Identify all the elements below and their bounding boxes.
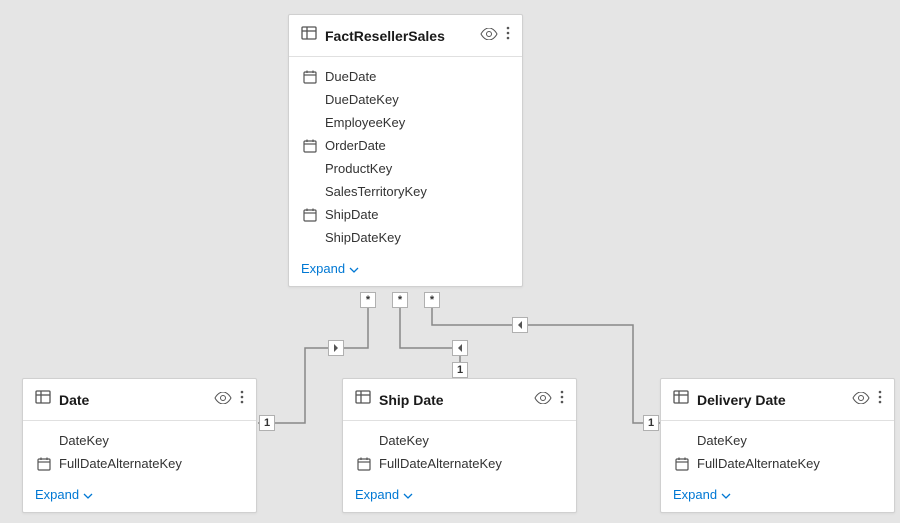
table-title: FactResellerSales bbox=[325, 28, 480, 44]
visibility-icon[interactable] bbox=[480, 27, 498, 45]
field-row[interactable]: ShipDateKey bbox=[301, 226, 510, 249]
table-card-factresellersales[interactable]: FactResellerSales DueDate DueDateKey Emplo… bbox=[288, 14, 523, 287]
field-label: DueDateKey bbox=[325, 92, 399, 107]
expand-button[interactable]: Expand bbox=[23, 479, 256, 512]
field-row[interactable]: DateKey bbox=[35, 429, 244, 452]
filter-direction-arrow-1 bbox=[328, 340, 344, 356]
calendar-icon bbox=[301, 208, 319, 222]
cardinality-many-3: * bbox=[424, 292, 440, 308]
field-row[interactable]: DateKey bbox=[673, 429, 882, 452]
calendar-icon bbox=[301, 70, 319, 84]
table-icon bbox=[673, 389, 689, 410]
field-list: DueDate DueDateKey EmployeeKey OrderDate Pro… bbox=[289, 57, 522, 253]
field-row[interactable]: ProductKey bbox=[301, 157, 510, 180]
field-row[interactable]: DueDateKey bbox=[301, 88, 510, 111]
cardinality-many-1: * bbox=[360, 292, 376, 308]
calendar-icon bbox=[35, 457, 53, 471]
field-label: ProductKey bbox=[325, 161, 392, 176]
field-list: DateKey FullDateAlternateKey bbox=[23, 421, 256, 479]
more-options-icon[interactable] bbox=[240, 390, 244, 409]
chevron-down-icon bbox=[403, 487, 413, 502]
visibility-icon[interactable] bbox=[534, 391, 552, 409]
field-row[interactable]: FullDateAlternateKey bbox=[673, 452, 882, 475]
field-label: DateKey bbox=[59, 433, 109, 448]
field-row[interactable]: EmployeeKey bbox=[301, 111, 510, 134]
table-title: Date bbox=[59, 392, 214, 408]
field-list: DateKey FullDateAlternateKey bbox=[661, 421, 894, 479]
field-row[interactable]: DateKey bbox=[355, 429, 564, 452]
field-label: DueDate bbox=[325, 69, 376, 84]
field-row[interactable]: SalesTerritoryKey bbox=[301, 180, 510, 203]
field-label: ShipDateKey bbox=[325, 230, 401, 245]
field-row[interactable]: FullDateAlternateKey bbox=[35, 452, 244, 475]
filter-direction-arrow-3 bbox=[512, 317, 528, 333]
cardinality-one-3: 1 bbox=[643, 415, 659, 431]
field-row[interactable]: DueDate bbox=[301, 65, 510, 88]
field-label: EmployeeKey bbox=[325, 115, 405, 130]
field-row[interactable]: FullDateAlternateKey bbox=[355, 452, 564, 475]
table-card-shipdate[interactable]: Ship Date DateKey FullDateAlternateKey Ex… bbox=[342, 378, 577, 513]
calendar-icon bbox=[301, 139, 319, 153]
cardinality-one-2: 1 bbox=[452, 362, 468, 378]
expand-label: Expand bbox=[355, 487, 399, 502]
cardinality-many-2: * bbox=[392, 292, 408, 308]
expand-label: Expand bbox=[301, 261, 345, 276]
chevron-down-icon bbox=[83, 487, 93, 502]
filter-direction-arrow-2 bbox=[452, 340, 468, 356]
chevron-down-icon bbox=[721, 487, 731, 502]
field-label: FullDateAlternateKey bbox=[59, 456, 182, 471]
table-card-date[interactable]: Date DateKey FullDateAlternateKey Expand bbox=[22, 378, 257, 513]
expand-label: Expand bbox=[35, 487, 79, 502]
visibility-icon[interactable] bbox=[852, 391, 870, 409]
field-row[interactable]: OrderDate bbox=[301, 134, 510, 157]
chevron-down-icon bbox=[349, 261, 359, 276]
more-options-icon[interactable] bbox=[878, 390, 882, 409]
expand-button[interactable]: Expand bbox=[343, 479, 576, 512]
expand-button[interactable]: Expand bbox=[289, 253, 522, 286]
more-options-icon[interactable] bbox=[560, 390, 564, 409]
field-label: SalesTerritoryKey bbox=[325, 184, 427, 199]
field-label: FullDateAlternateKey bbox=[379, 456, 502, 471]
field-row[interactable]: ShipDate bbox=[301, 203, 510, 226]
table-icon bbox=[301, 25, 317, 46]
table-title: Ship Date bbox=[379, 392, 534, 408]
visibility-icon[interactable] bbox=[214, 391, 232, 409]
table-icon bbox=[35, 389, 51, 410]
more-options-icon[interactable] bbox=[506, 26, 510, 45]
cardinality-one-1: 1 bbox=[259, 415, 275, 431]
table-title: Delivery Date bbox=[697, 392, 852, 408]
field-label: OrderDate bbox=[325, 138, 386, 153]
expand-label: Expand bbox=[673, 487, 717, 502]
expand-button[interactable]: Expand bbox=[661, 479, 894, 512]
field-label: DateKey bbox=[697, 433, 747, 448]
table-icon bbox=[355, 389, 371, 410]
table-card-deliverydate[interactable]: Delivery Date DateKey FullDateAlternateKe… bbox=[660, 378, 895, 513]
field-list: DateKey FullDateAlternateKey bbox=[343, 421, 576, 479]
field-label: FullDateAlternateKey bbox=[697, 456, 820, 471]
calendar-icon bbox=[355, 457, 373, 471]
field-label: DateKey bbox=[379, 433, 429, 448]
calendar-icon bbox=[673, 457, 691, 471]
field-label: ShipDate bbox=[325, 207, 378, 222]
